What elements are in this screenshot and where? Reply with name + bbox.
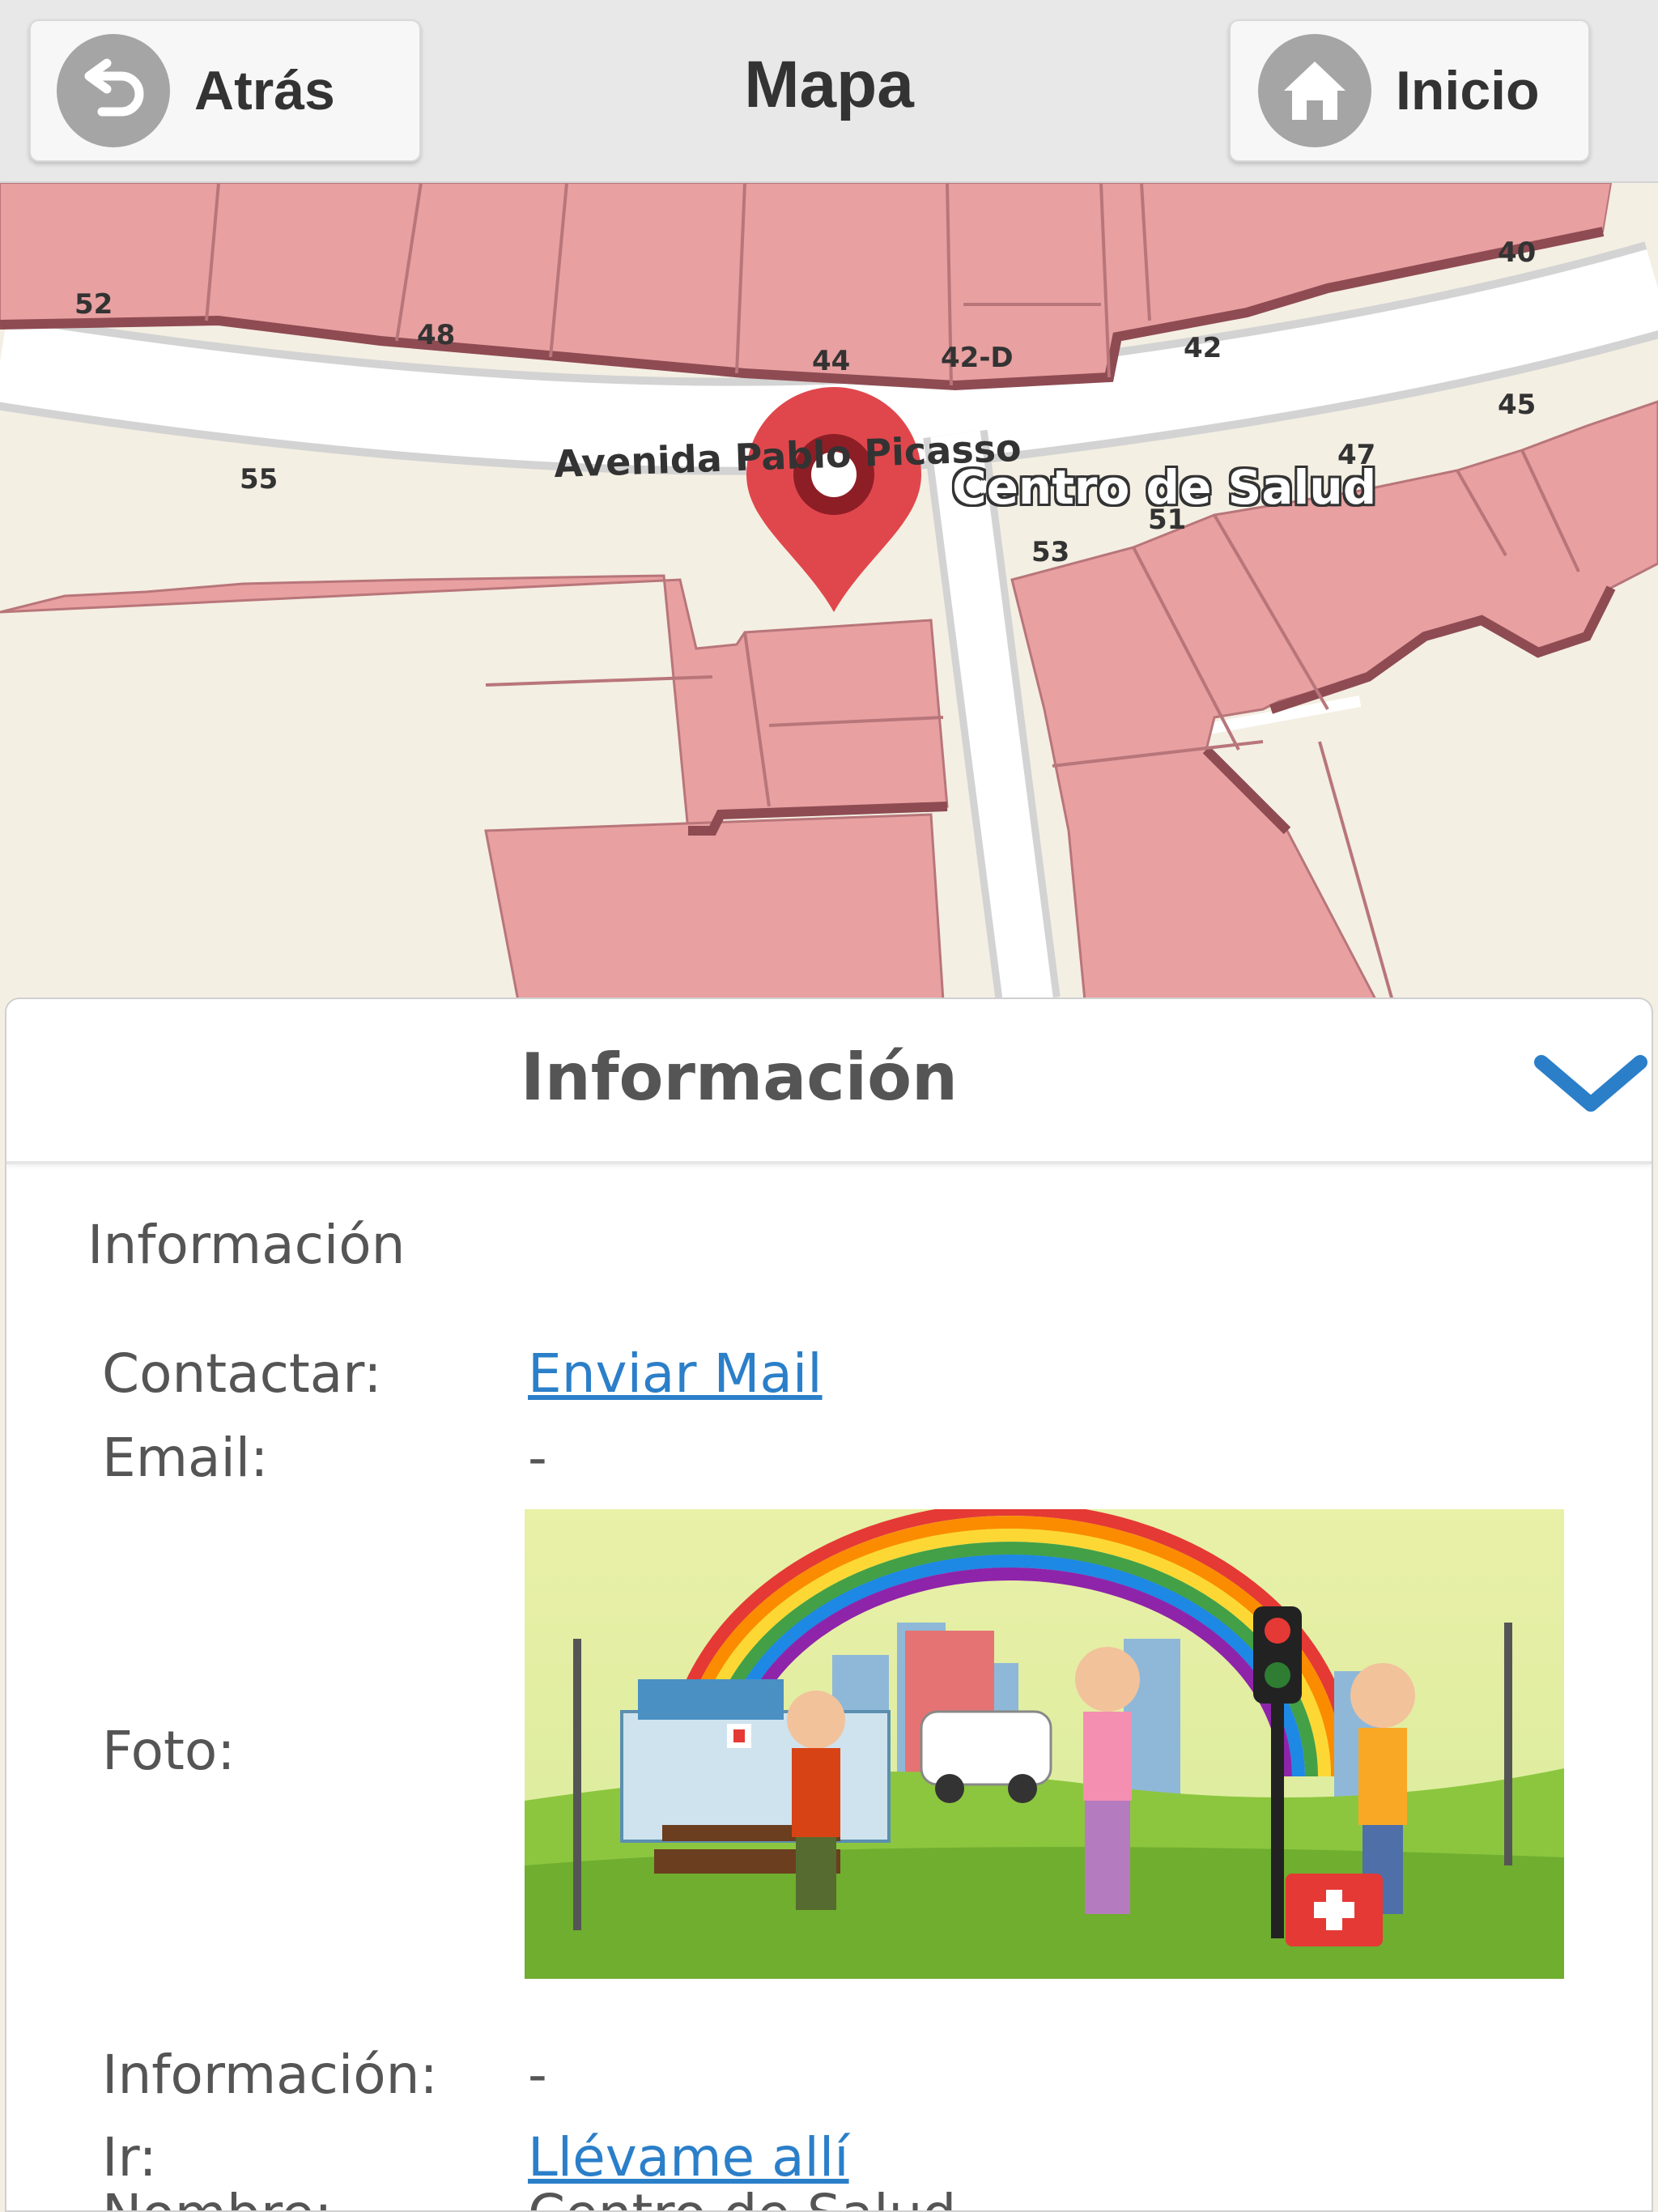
email-label: Email:: [102, 1427, 269, 1489]
collapse-button[interactable]: [1530, 1048, 1652, 1121]
poi-label[interactable]: Centro de Salud: [952, 460, 1376, 515]
location-marker: [746, 387, 921, 612]
info-panel: Información Información Contactar: Envia…: [5, 998, 1653, 2212]
section-title: Información: [87, 1214, 406, 1276]
go-label: Ir:: [102, 2126, 157, 2189]
health-center-photo: [525, 1509, 1564, 1979]
top-bar: Atrás Mapa Inicio: [0, 0, 1658, 183]
email-value: -: [528, 1427, 547, 1489]
send-mail-link[interactable]: Enviar Mail: [528, 1342, 823, 1405]
info-panel-header[interactable]: Información: [6, 999, 1652, 1164]
chevron-down-icon: [1534, 1055, 1647, 1112]
building-number: 53: [1031, 536, 1070, 568]
name-value: Centro de Salud: [528, 2183, 956, 2210]
name-label: Nombre:: [102, 2183, 332, 2210]
building-number: 48: [417, 319, 456, 351]
building-number: 44: [812, 345, 851, 377]
building-number: 52: [74, 288, 113, 321]
building-number: 45: [1498, 389, 1537, 421]
map-view[interactable]: 52 48 44 42-D 42 40 55 45 47 51 53 Aveni…: [0, 183, 1658, 1001]
map-canvas: [0, 183, 1658, 1001]
info-panel-title: Información: [520, 1040, 959, 1115]
take-me-there-link[interactable]: Llévame allí: [528, 2126, 849, 2189]
building-number: 55: [240, 463, 278, 496]
home-button[interactable]: Inicio: [1229, 19, 1590, 162]
contact-label: Contactar:: [102, 1342, 382, 1405]
building-number: 40: [1498, 236, 1537, 269]
photo-label: Foto:: [102, 1720, 236, 1782]
information-value: -: [528, 2044, 547, 2106]
home-icon: [1258, 34, 1371, 147]
home-button-label: Inicio: [1396, 60, 1540, 121]
information-label: Información:: [102, 2044, 438, 2106]
building-number: 42: [1184, 332, 1222, 364]
building-number: 42-D: [941, 342, 1014, 374]
